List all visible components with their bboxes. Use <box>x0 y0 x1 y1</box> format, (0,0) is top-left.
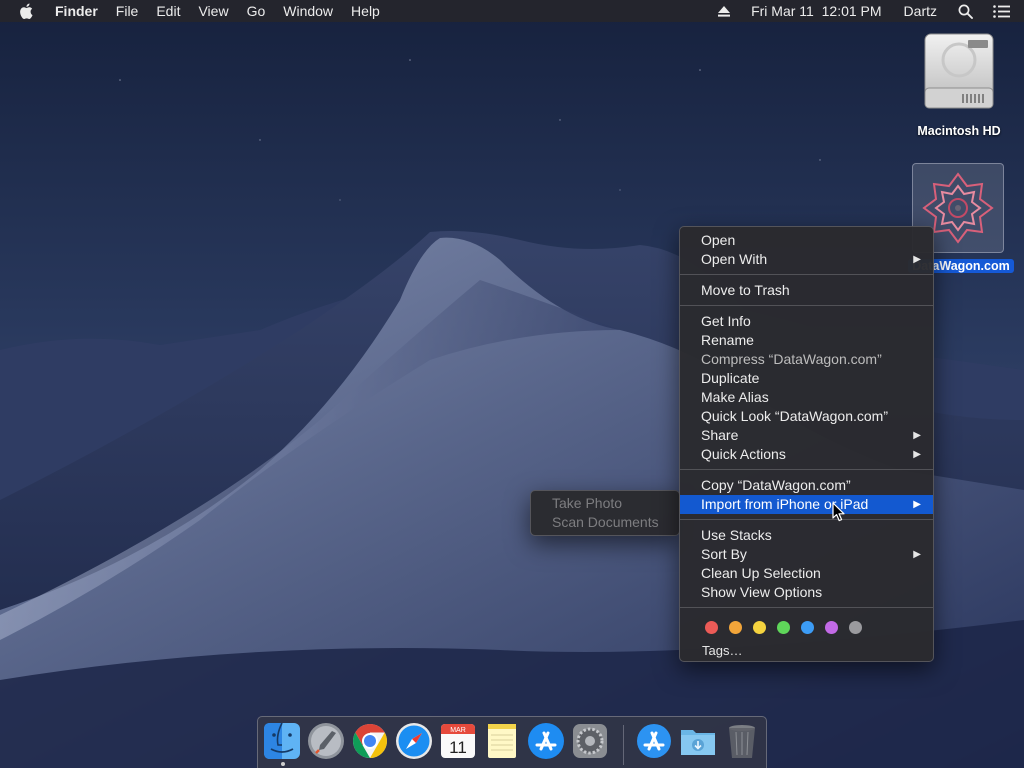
dock-trash-icon[interactable] <box>722 721 762 761</box>
submenu-arrow-icon: ▶ <box>913 449 921 460</box>
dock-app-store-dock-icon[interactable] <box>634 721 674 761</box>
menu-item-quick-actions[interactable]: Quick Actions ▶ <box>680 445 933 464</box>
submenu-arrow-icon: ▶ <box>913 499 921 510</box>
desktop-icon-label: Macintosh HD <box>917 124 1001 138</box>
calendar-day: 11 <box>449 738 467 757</box>
menu-item-quick-look[interactable]: Quick Look “DataWagon.com” <box>680 407 933 426</box>
menu-edit[interactable]: Edit <box>147 0 189 22</box>
dock-finder-icon[interactable] <box>262 721 302 761</box>
apple-icon[interactable] <box>0 0 46 22</box>
tag-color-gray[interactable] <box>849 620 862 634</box>
dock-system-preferences-icon[interactable] <box>570 721 610 761</box>
hard-drive-icon <box>919 30 999 114</box>
tag-color-red[interactable] <box>705 620 718 634</box>
menu-go[interactable]: Go <box>238 0 275 22</box>
dock-app-store-icon[interactable] <box>526 721 566 761</box>
menu-item-sort-by[interactable]: Sort By ▶ <box>680 545 933 564</box>
menu-clock[interactable]: Fri Mar 11 12:01 PM <box>740 0 892 22</box>
desktop[interactable]: Finder File Edit View Go Window Help Fri… <box>0 0 1024 768</box>
menu-separator <box>680 274 933 275</box>
menu-bar: Finder File Edit View Go Window Help Fri… <box>0 0 1024 22</box>
menu-file[interactable]: File <box>107 0 148 22</box>
desktop-icon-macintosh-hd[interactable]: Macintosh HD <box>906 30 1012 138</box>
menu-item-show-view-options[interactable]: Show View Options <box>680 583 933 602</box>
menu-window[interactable]: Window <box>274 0 342 22</box>
submenu-arrow-icon: ▶ <box>913 254 921 265</box>
dock: MAR 11 <box>257 716 767 768</box>
menu-separator <box>680 519 933 520</box>
calendar-month: MAR <box>450 727 466 734</box>
menu-item-tags[interactable]: Tags… <box>680 640 933 661</box>
dock-notes-icon[interactable] <box>482 721 522 761</box>
menu-item-import-from-iphone[interactable]: Import from iPhone or iPad ▶ <box>680 495 933 514</box>
tag-color-blue[interactable] <box>801 620 814 634</box>
menu-separator <box>680 607 933 608</box>
menu-app-name[interactable]: Finder <box>46 0 107 22</box>
tag-color-green[interactable] <box>777 620 790 634</box>
menu-user[interactable]: Dartz <box>893 0 948 22</box>
menu-item-get-info[interactable]: Get Info <box>680 312 933 331</box>
finder-running-indicator <box>281 762 285 766</box>
menu-view[interactable]: View <box>189 0 237 22</box>
dock-launchpad-icon[interactable] <box>306 721 346 761</box>
submenu-arrow-icon: ▶ <box>913 430 921 441</box>
menu-separator <box>680 305 933 306</box>
notification-center-icon[interactable] <box>983 0 1024 22</box>
menu-item-move-to-trash[interactable]: Move to Trash <box>680 281 933 300</box>
submenu-item-scan-documents[interactable]: Scan Documents <box>531 513 679 532</box>
menu-item-share[interactable]: Share ▶ <box>680 426 933 445</box>
mouse-cursor-icon <box>832 502 845 522</box>
tag-color-yellow[interactable] <box>753 620 766 634</box>
menu-item-open[interactable]: Open <box>680 231 933 250</box>
context-menu: Open Open With ▶ Move to Trash Get Info R… <box>679 226 934 662</box>
menu-item-duplicate[interactable]: Duplicate <box>680 369 933 388</box>
dock-chrome-icon[interactable] <box>350 721 390 761</box>
menu-item-make-alias[interactable]: Make Alias <box>680 388 933 407</box>
submenu-arrow-icon: ▶ <box>913 549 921 560</box>
menu-separator <box>680 469 933 470</box>
tag-color-row <box>680 614 933 640</box>
dock-safari-icon[interactable] <box>394 721 434 761</box>
menu-item-copy[interactable]: Copy “DataWagon.com” <box>680 476 933 495</box>
import-submenu: Take Photo Scan Documents <box>530 490 680 536</box>
dock-calendar-icon[interactable]: MAR 11 <box>438 721 478 761</box>
menu-item-open-with[interactable]: Open With ▶ <box>680 250 933 269</box>
dock-separator <box>623 725 624 765</box>
menu-item-clean-up-selection[interactable]: Clean Up Selection <box>680 564 933 583</box>
tag-color-orange[interactable] <box>729 620 742 634</box>
tag-color-purple[interactable] <box>825 620 838 634</box>
eject-icon[interactable] <box>708 0 740 22</box>
menu-item-compress[interactable]: Compress “DataWagon.com” <box>680 350 933 369</box>
submenu-item-take-photo[interactable]: Take Photo <box>531 494 679 513</box>
dock-downloads-folder-icon[interactable] <box>678 721 718 761</box>
menu-item-rename[interactable]: Rename <box>680 331 933 350</box>
menu-help[interactable]: Help <box>342 0 389 22</box>
spotlight-search-icon[interactable] <box>948 0 983 22</box>
menu-item-use-stacks[interactable]: Use Stacks <box>680 526 933 545</box>
